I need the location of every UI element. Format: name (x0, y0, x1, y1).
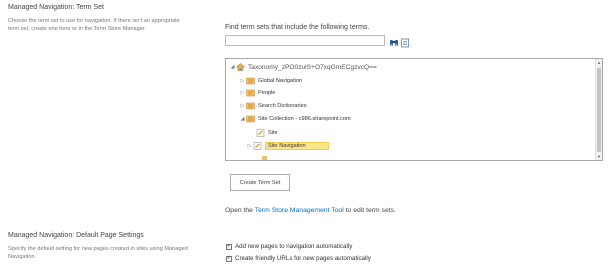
term-group-icon (246, 102, 255, 110)
open-term-store-text: Open the Term Store Management Tool to e… (225, 207, 396, 214)
term-set-section-description: Choose the term set to use for navigatio… (8, 18, 180, 32)
partial-row-icon (262, 156, 267, 160)
tree-child-label: Site (268, 130, 278, 136)
add-pages-checkbox[interactable]: ✓ (226, 243, 232, 250)
term-group-icon (246, 77, 255, 85)
checkbox-label: Create friendly URLs for new pages autom… (235, 255, 371, 262)
collapsed-triangle-icon[interactable]: ▷ (239, 78, 246, 84)
binoculars-icon[interactable] (389, 35, 399, 46)
default-page-settings-description: Specify the default setting for new page… (8, 246, 188, 260)
open-text-prefix: Open the (225, 207, 255, 214)
tree-item-search-dictionaries[interactable]: ▷ Search Dictionaries (239, 101, 307, 111)
address-book-icon[interactable] (400, 35, 410, 48)
scroll-down-arrow-icon[interactable]: ▼ (596, 153, 602, 160)
term-store-management-link[interactable]: Term Store Management Tool (255, 207, 344, 214)
tree-root-label: Taxonomy_zPO0zulS+O7xqGmECgzvcQ== (248, 63, 377, 71)
expanded-triangle-icon[interactable]: ◢ (229, 64, 236, 70)
default-page-settings-title: Managed Navigation: Default Page Setting… (8, 232, 144, 239)
tree-item-global-navigation[interactable]: ▷ Global Navigation (239, 76, 302, 86)
tree-item-site-collection[interactable]: ◢ Site Collection - c986.sharepoint.com (239, 114, 351, 124)
tree-item-label: People (258, 90, 276, 96)
tree-item-label: Search Dictionaries (258, 103, 307, 109)
open-text-suffix: to edit term sets. (343, 207, 396, 214)
term-set-section-title: Managed Navigation: Term Set (8, 4, 104, 11)
term-group-icon (246, 89, 255, 97)
expanded-triangle-icon[interactable]: ◢ (239, 116, 246, 122)
scroll-thumb[interactable] (597, 68, 601, 152)
term-set-icon (253, 142, 262, 150)
tree-child-site[interactable]: Site (256, 128, 278, 138)
collapsed-triangle-icon[interactable]: ▷ (239, 103, 246, 109)
term-set-icon (256, 129, 265, 137)
create-term-set-button[interactable]: Create Term Set (230, 174, 290, 191)
tree-item-people[interactable]: ▷ People (239, 88, 275, 98)
tree-child-site-navigation[interactable]: ▷ Site Navigation (246, 141, 329, 151)
add-pages-checkbox-row[interactable]: ✓ Add new pages to navigation automatica… (226, 243, 352, 250)
tree-scrollbar[interactable]: ▲ ▼ (595, 59, 602, 160)
tree-root-row[interactable]: ◢ Taxonomy_zPO0zulS+O7xqGmECgzvcQ== (229, 62, 377, 72)
term-group-icon (246, 115, 255, 123)
search-label: Find term sets that include the followin… (225, 24, 370, 31)
collapsed-triangle-icon[interactable]: ▷ (239, 90, 246, 96)
term-tree-panel[interactable]: ◢ Taxonomy_zPO0zulS+O7xqGmECgzvcQ== ▷ Gl… (225, 58, 603, 161)
scroll-up-arrow-icon[interactable]: ▲ (596, 59, 602, 66)
friendly-urls-checkbox-row[interactable]: ✓ Create friendly URLs for new pages aut… (226, 255, 371, 262)
globe-house-icon (235, 63, 246, 71)
collapsed-triangle-icon[interactable]: ▷ (246, 143, 253, 149)
selected-term-set-label: Site Navigation (265, 142, 329, 150)
search-input[interactable] (225, 35, 385, 46)
tree-item-label: Global Navigation (258, 78, 303, 84)
checkbox-label: Add new pages to navigation automaticall… (235, 243, 353, 250)
friendly-urls-checkbox[interactable]: ✓ (226, 255, 232, 262)
tree-item-label: Site Collection - c986.sharepoint.com (258, 116, 351, 122)
